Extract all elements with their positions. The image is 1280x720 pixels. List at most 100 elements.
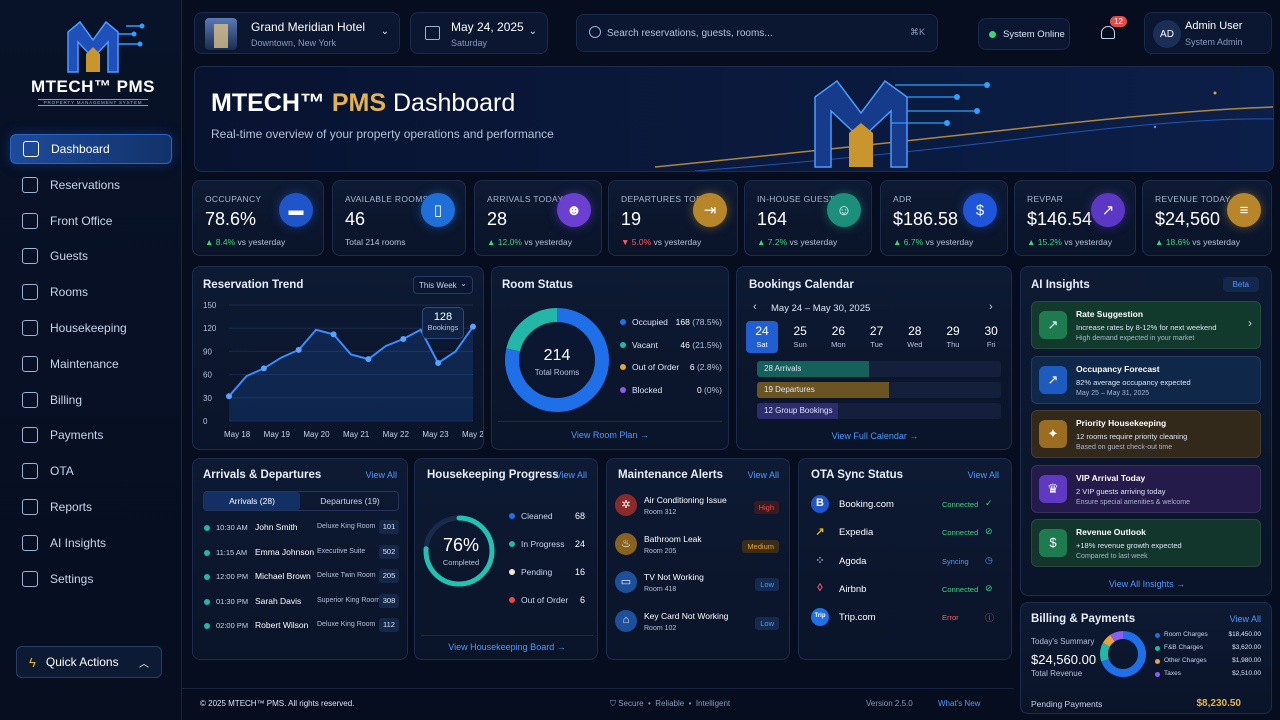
sidebar-item-ota[interactable]: OTA	[10, 456, 172, 486]
ai-insight-item[interactable]: ♛ VIP Arrival Today 2 VIP guests arriving …	[1031, 464, 1261, 513]
ota-status: Syncing	[942, 556, 969, 566]
hero-illustration	[655, 79, 1273, 171]
sidebar-item-guests[interactable]: Guests	[10, 241, 172, 271]
insight-line2: Compared to last week	[1076, 553, 1148, 560]
arrow-up-icon: ▲	[893, 237, 904, 247]
insight-icon: ✦	[1039, 420, 1067, 448]
arrivals-view-all[interactable]: View All	[366, 470, 397, 480]
trend-point[interactable]	[330, 331, 337, 338]
trend-point[interactable]	[435, 360, 442, 366]
billing-view-all[interactable]: View All	[1230, 614, 1261, 624]
chevron-left-icon[interactable]: ‹	[753, 301, 757, 313]
calendar-day[interactable]: 28 Wed	[899, 321, 931, 353]
sidebar-item-front-office[interactable]: Front Office	[10, 206, 172, 236]
calendar-day[interactable]: 27 Tue	[861, 321, 893, 353]
calendar-day-number: 30	[984, 324, 998, 338]
kpi-icon: ☻	[557, 193, 591, 227]
calendar-bar-label: 19 Departures	[764, 385, 815, 394]
trend-point[interactable]	[260, 365, 267, 372]
legend-count: 168	[675, 317, 690, 327]
quick-actions-button[interactable]: ϟ Quick Actions ︿	[16, 646, 162, 678]
desk-icon	[22, 212, 38, 229]
hotel-selector[interactable]: Grand Meridian Hotel Downtown, New York …	[194, 12, 400, 54]
view-room-plan-link[interactable]: View Room Plan →	[498, 421, 722, 445]
ai-insight-item[interactable]: ↗ Rate Suggestion Increase rates by 8-12% …	[1031, 301, 1261, 349]
sidebar-item-settings[interactable]: Settings	[10, 564, 172, 594]
date-selector[interactable]: May 24, 2025 Saturday ⌄	[410, 12, 548, 54]
sidebar-item-payments[interactable]: Payments	[10, 420, 172, 450]
search-input[interactable]	[607, 23, 887, 43]
calendar-day[interactable]: 24 Sat	[746, 321, 778, 353]
notification-button[interactable]: 12	[1098, 16, 1127, 46]
y-tick-label: 0	[203, 417, 208, 426]
kpi-card-adr: ADR $186.58 ▲ 6.7% vs yesterday $	[880, 180, 1008, 256]
kpi-icon: ⇥	[693, 193, 727, 227]
sidebar-item-housekeeping[interactable]: Housekeeping	[10, 313, 172, 343]
calendar-day[interactable]: 29 Thu	[937, 321, 969, 353]
user-menu[interactable]: AD Admin User System Admin	[1144, 12, 1272, 54]
calendar-day[interactable]: 30 Fri	[975, 321, 1007, 353]
y-tick-label: 150	[203, 301, 217, 310]
housekeeping-percent: 76%	[442, 535, 480, 555]
sidebar-item-billing[interactable]: Billing	[10, 385, 172, 415]
tab-departures[interactable]: Departures (19)	[302, 492, 398, 510]
range-select[interactable]: This Week ⌄	[413, 276, 473, 294]
housekeeping-label: Pending	[521, 567, 553, 577]
tab-arrivals[interactable]: Arrivals (28)	[204, 492, 300, 510]
ai-insight-item[interactable]: ↗ Occupancy Forecast 82% average occupancy…	[1031, 355, 1261, 404]
sidebar-item-reports[interactable]: Reports	[10, 492, 172, 522]
trend-point[interactable]	[400, 336, 407, 343]
sidebar-item-maintenance[interactable]: Maintenance	[10, 349, 172, 379]
calendar-day[interactable]: 25 Sun	[784, 321, 816, 353]
room-number: 112	[379, 618, 399, 632]
kpi-icon: ▯	[421, 193, 455, 227]
kpi-value: 19	[621, 209, 642, 229]
sidebar-item-ai-insights[interactable]: AI Insights	[10, 528, 172, 558]
calendar-day-name: Thu	[946, 340, 960, 349]
view-all-insights-link[interactable]: View All Insights →	[1021, 579, 1273, 589]
room-type: Deluxe Twin Room	[317, 572, 376, 579]
kpi-change: ▲ 12.0% vs yesterday	[487, 237, 572, 247]
reservation-trend-title: Reservation Trend	[203, 279, 304, 291]
trend-point[interactable]	[470, 323, 476, 330]
arrival-time: 11:15 AM	[216, 547, 248, 557]
insight-line1: Increase rates by 8-12% for next weekend	[1076, 323, 1217, 332]
view-full-calendar-link[interactable]: View Full Calendar →	[737, 431, 1013, 441]
calendar-range: May 24 – May 30, 2025	[771, 303, 871, 314]
chevron-right-icon[interactable]: ›	[989, 301, 993, 313]
maintenance-room: Room 102	[644, 624, 677, 632]
ai-insight-item[interactable]: ✦ Priority Housekeeping 12 rooms require p…	[1031, 410, 1261, 458]
room-status-title: Room Status	[502, 279, 573, 291]
search-bar[interactable]: ⌘K	[576, 14, 938, 52]
billing-total-label: Total Revenue	[1031, 669, 1083, 678]
view-housekeeping-board-link[interactable]: View Housekeeping Board →	[421, 635, 593, 655]
maintenance-view-all[interactable]: View All	[748, 470, 779, 480]
trend-point[interactable]	[226, 393, 232, 400]
priority-badge: Low	[755, 578, 779, 591]
ai-insight-item[interactable]: $ Revenue Outlook +18% revenue growth expe…	[1031, 519, 1261, 567]
legend-dot	[1155, 633, 1160, 638]
legend-pct: (2.8%)	[696, 362, 722, 372]
housekeeping-view-all[interactable]: View All	[556, 470, 587, 480]
maintenance-room: Room 418	[644, 586, 677, 593]
calendar-bar-label: 12 Group Bookings	[764, 406, 833, 415]
whats-new-link[interactable]: What's New	[938, 699, 980, 708]
sidebar-item-dashboard[interactable]: Dashboard	[10, 134, 172, 164]
sidebar-item-label: AI Insights	[50, 535, 107, 550]
x-tick-label: May 20	[303, 430, 330, 439]
sidebar-item-reservations[interactable]: Reservations	[10, 170, 172, 200]
user-icon	[22, 248, 38, 265]
legend-dot	[509, 541, 515, 547]
ota-status: Connected	[942, 584, 979, 594]
pending-payments-label: Pending Payments	[1031, 699, 1103, 709]
trend-point[interactable]	[365, 356, 372, 363]
ota-view-all[interactable]: View All	[968, 470, 999, 480]
kpi-card-occupancy: OCCUPANCY 78.6% ▲ 8.4% vs yesterday ▬	[192, 180, 324, 256]
ai-insights-card: AI Insights Beta View All Insights → ↗ Ra…	[1020, 266, 1272, 596]
calendar-day[interactable]: 26 Mon	[822, 321, 854, 353]
invoice-icon	[22, 391, 38, 408]
chevron-down-icon: ⌄	[460, 279, 467, 288]
trend-point[interactable]	[295, 346, 302, 353]
housekeeping-value: 24	[574, 539, 585, 549]
sidebar-item-rooms[interactable]: Rooms	[10, 277, 172, 307]
